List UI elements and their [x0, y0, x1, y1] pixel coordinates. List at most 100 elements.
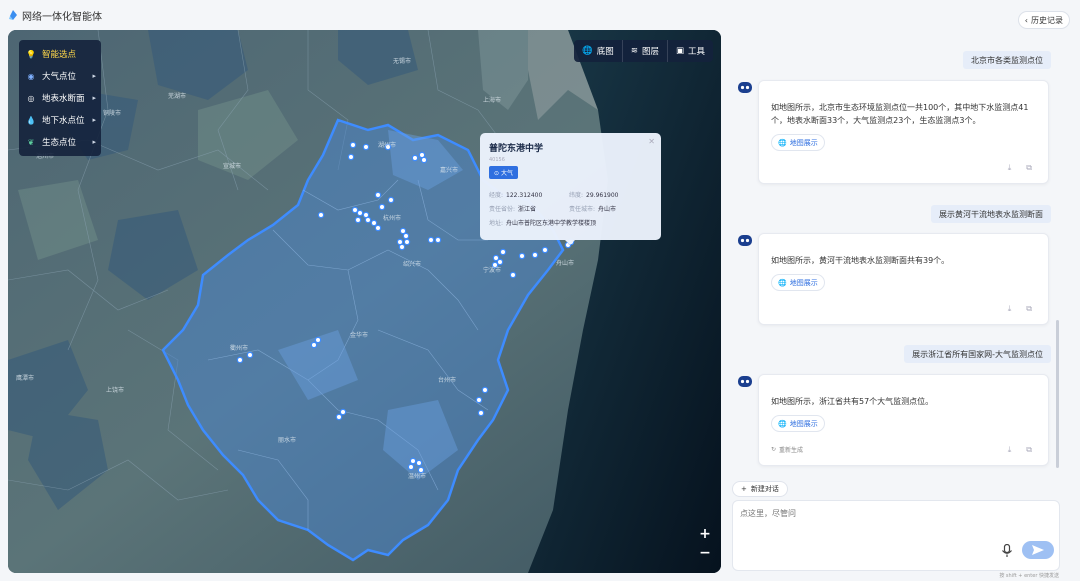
- ai-message-card: 如地图所示，北京市生态环境监测点位一共100个，其中地下水监测点41个，地表水断…: [758, 80, 1049, 184]
- history-button-label: 历史记录: [1031, 15, 1063, 25]
- chat-input-box: [732, 500, 1060, 571]
- send-button[interactable]: [1022, 541, 1054, 559]
- map-view[interactable]: 上海市 湖州市 嘉兴市 杭州市 宁波市 绍兴市 舟山市 金华市 台州市 衢州市 …: [8, 30, 721, 573]
- layer-item-surface-water[interactable]: ◎ 地表水断面 ▸: [19, 87, 101, 109]
- place-label: 舟山市: [556, 259, 574, 267]
- map-show-button[interactable]: 🌐 地图展示: [771, 274, 825, 291]
- ai-message-card: 如地图所示，黄河干流地表水监测断面共有39个。 🌐 地图展示 ⤓ ⧉: [758, 233, 1049, 325]
- user-message: 展示黄河干流地表水监测断面: [931, 205, 1051, 223]
- place-label: 绍兴市: [403, 260, 421, 268]
- chevron-right-icon: ▸: [92, 94, 96, 102]
- copy-icon[interactable]: ⧉: [1026, 445, 1032, 455]
- top-bar: 网络一体化智能体: [0, 0, 1080, 30]
- ai-avatar-icon: [738, 82, 752, 93]
- globe-icon: 🌐: [778, 278, 787, 287]
- place-label: 杭州市: [383, 214, 401, 222]
- user-message: 展示浙江省所有国家网-大气监测点位: [904, 345, 1051, 363]
- history-button[interactable]: ‹ 历史记录: [1017, 11, 1070, 29]
- station-type-badge: ⊙ 大气: [489, 166, 518, 179]
- popup-pointer: [565, 240, 575, 245]
- card-actions: ⤓ ⧉: [1008, 163, 1032, 173]
- province-value: 浙江省: [518, 206, 537, 213]
- place-label: 芜湖市: [168, 92, 186, 100]
- ai-avatar-icon: [738, 235, 752, 246]
- address-value: 舟山市普陀区东港中学教学楼楼顶: [506, 220, 597, 227]
- ai-message-text: 如地图所示，黄河干流地表水监测断面共有39个。: [771, 256, 950, 265]
- zoom-out-button[interactable]: −: [697, 546, 713, 562]
- plus-icon: +: [741, 485, 747, 493]
- address-label: 地址:: [489, 220, 504, 227]
- card-actions: ⤓ ⧉: [1008, 445, 1032, 455]
- ai-avatar-icon: [738, 376, 752, 387]
- station-name: 普陀东港中学: [489, 144, 544, 154]
- place-label: 上海市: [483, 96, 501, 104]
- layer-item-groundwater[interactable]: 💧 地下水点位 ▸: [19, 109, 101, 131]
- ai-message-text: 如地图所示，北京市生态环境监测点位一共100个，其中地下水监测点41个，地表水断…: [771, 103, 1029, 125]
- city-value: 舟山市: [598, 206, 617, 213]
- regenerate-button[interactable]: ↻ 重新生成: [771, 445, 803, 454]
- place-label: 丽水市: [278, 436, 296, 444]
- tool-label: 图层: [641, 47, 659, 57]
- close-icon[interactable]: ✕: [648, 137, 655, 146]
- lng-value: 122.312400: [506, 192, 543, 199]
- lat-value: 29.961900: [586, 192, 619, 199]
- station-code: 40156: [489, 157, 505, 163]
- app-title: 网络一体化智能体: [22, 11, 102, 23]
- place-label: 铜陵市: [103, 109, 121, 117]
- map-toolbar: 🌐 底图 ≋ 图层 ▣ 工具: [574, 40, 713, 62]
- tools-button[interactable]: ▣ 工具: [668, 40, 713, 62]
- layer-item-smart-select[interactable]: 💡 智能选点: [19, 43, 101, 65]
- water-section-icon: ◎: [27, 93, 35, 103]
- city-label: 责任城市:: [569, 206, 596, 213]
- satellite-map[interactable]: 上海市 湖州市 嘉兴市 杭州市 宁波市 绍兴市 舟山市 金华市 台州市 衢州市 …: [8, 30, 721, 573]
- layer-item-air[interactable]: ◉ 大气点位 ▸: [19, 65, 101, 87]
- globe-icon: 🌐: [582, 46, 593, 56]
- map-show-button[interactable]: 🌐 地图展示: [771, 134, 825, 151]
- new-chat-button[interactable]: + 新建对话: [732, 481, 788, 497]
- download-icon[interactable]: ⤓: [1008, 304, 1012, 314]
- place-label: 宣城市: [223, 162, 241, 170]
- toolbox-icon: ▣: [675, 46, 684, 56]
- ai-message-card: 如地图所示，浙江省共有57个大气监测点位。 🌐 地图展示 ↻ 重新生成 ⤓ ⧉: [758, 374, 1049, 466]
- ai-message-text: 如地图所示，浙江省共有57个大气监测点位。: [771, 397, 934, 406]
- map-show-label: 地图展示: [789, 419, 818, 428]
- drop-icon: 💧: [26, 115, 36, 125]
- globe-icon: 🌐: [778, 138, 787, 147]
- layers-button[interactable]: ≋ 图层: [623, 40, 668, 62]
- copy-icon[interactable]: ⧉: [1026, 304, 1032, 314]
- layer-item-label: 地表水断面: [42, 94, 85, 104]
- map-show-button[interactable]: 🌐 地图展示: [771, 415, 825, 432]
- layer-item-label: 智能选点: [42, 50, 77, 60]
- dot-icon: ◉: [27, 71, 35, 81]
- chat-panel: 北京市各类监测点位 如地图所示，北京市生态环境监测点位一共100个，其中地下水监…: [730, 40, 1055, 470]
- place-label: 台州市: [438, 376, 456, 384]
- place-label: 湖州市: [378, 141, 396, 149]
- station-popup: ✕ 普陀东港中学 40156 ⊙ 大气 经度: 122.312400 纬度: 29.…: [480, 133, 661, 245]
- tool-label: 底图: [596, 47, 614, 57]
- tool-label: 工具: [687, 47, 705, 57]
- layer-item-label: 生态点位: [42, 138, 77, 148]
- chat-input[interactable]: [740, 509, 990, 518]
- app-logo-icon: [9, 10, 17, 20]
- send-icon: [1032, 545, 1044, 555]
- download-icon[interactable]: ⤓: [1008, 163, 1012, 173]
- lat-label: 纬度:: [569, 192, 584, 199]
- place-label: 金华市: [350, 331, 368, 339]
- zoom-in-button[interactable]: +: [697, 527, 713, 543]
- chevron-right-icon: ▸: [92, 138, 96, 146]
- chat-scrollbar[interactable]: [1056, 320, 1059, 468]
- basemap-button[interactable]: 🌐 底图: [574, 40, 623, 62]
- place-label: 上饶市: [106, 386, 124, 394]
- layer-item-label: 地下水点位: [42, 116, 85, 126]
- layers-icon: ≋: [630, 46, 638, 56]
- microphone-icon[interactable]: [1001, 544, 1013, 558]
- regenerate-label: 重新生成: [779, 447, 804, 454]
- bulb-icon: 💡: [26, 49, 36, 59]
- station-type-label: 大气: [500, 170, 513, 177]
- copy-icon[interactable]: ⧉: [1026, 163, 1032, 173]
- layer-item-label: 大气点位: [42, 72, 77, 82]
- download-icon[interactable]: ⤓: [1008, 445, 1012, 455]
- layer-item-ecology[interactable]: ❦ 生态点位 ▸: [19, 131, 101, 153]
- map-show-label: 地图展示: [789, 278, 818, 287]
- place-label: 温州市: [408, 472, 426, 480]
